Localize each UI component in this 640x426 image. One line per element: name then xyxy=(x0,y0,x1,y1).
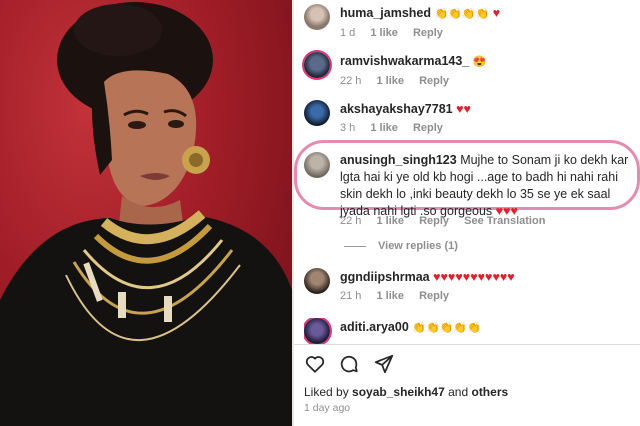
comment-time: 22 h xyxy=(340,215,362,227)
reply-button[interactable]: Reply xyxy=(419,75,449,87)
heart-emoji: ♥♥♥♥♥♥♥♥♥♥♥ xyxy=(433,270,515,284)
comment-username[interactable]: huma_jamshed xyxy=(340,6,431,20)
actions-separator xyxy=(294,344,640,345)
comment-time: 22 h xyxy=(340,75,362,87)
heart-icon[interactable] xyxy=(304,353,326,375)
comment-username[interactable]: anusingh_singh123 xyxy=(340,153,457,167)
comment-likes[interactable]: 1 like xyxy=(376,75,404,87)
reply-button[interactable]: Reply xyxy=(413,122,443,134)
liked-by-others[interactable]: others xyxy=(471,385,508,399)
liked-by: Liked by soyab_sheikh47 and others xyxy=(304,385,508,399)
liked-by-user[interactable]: soyab_sheikh47 xyxy=(352,385,445,399)
heart-emoji: ♥ xyxy=(492,6,501,20)
comment-likes[interactable]: 1 like xyxy=(370,27,398,39)
comment-likes[interactable]: 1 like xyxy=(376,215,404,227)
avatar[interactable] xyxy=(304,152,330,178)
comment-likes[interactable]: 1 like xyxy=(370,122,398,134)
see-translation-link[interactable]: See Translation xyxy=(464,215,545,227)
heart-emoji: ♥♥ xyxy=(456,102,471,116)
reply-button[interactable]: Reply xyxy=(419,290,449,302)
avatar[interactable] xyxy=(304,100,330,126)
view-replies-label: View replies (1) xyxy=(378,240,458,252)
avatar[interactable] xyxy=(304,52,330,78)
reply-button[interactable]: Reply xyxy=(413,27,443,39)
comment-username[interactable]: aditi.arya00 xyxy=(340,320,409,334)
woman-portrait xyxy=(0,2,292,426)
comment-time: 1 d xyxy=(340,27,356,39)
comment-username[interactable]: akshayakshay7781 xyxy=(340,102,453,116)
view-replies-link[interactable]: View replies (1) xyxy=(344,240,458,252)
post-time: 1 day ago xyxy=(304,402,351,414)
avatar[interactable] xyxy=(304,318,330,344)
comment-time: 21 h xyxy=(340,290,362,302)
comment-username[interactable]: ramvishwakarma143_ xyxy=(340,54,469,68)
comment-emoji: 👏👏👏👏 xyxy=(434,8,490,20)
replies-dash xyxy=(344,245,366,247)
liked-by-prefix: Liked by xyxy=(304,385,349,399)
comment-item: aditi.arya00 👏👏👏👏👏 xyxy=(304,318,636,344)
post-photo xyxy=(0,0,292,426)
liked-by-and: and xyxy=(448,385,469,399)
comment-meta: 22 h 1 like Reply See Translation xyxy=(340,215,557,227)
avatar[interactable] xyxy=(304,4,330,30)
reply-button[interactable]: Reply xyxy=(419,215,449,227)
avatar[interactable] xyxy=(304,268,330,294)
comment-username[interactable]: ggndiipshrmaa xyxy=(340,270,430,284)
comment-time: 3 h xyxy=(340,122,356,134)
comment-icon[interactable] xyxy=(338,353,360,375)
post-actions xyxy=(304,353,403,375)
comment-emoji: 😍 xyxy=(472,56,487,68)
comments-panel: huma_jamshed 👏👏👏👏 ♥ 1 d 1 like Reply ram… xyxy=(294,0,640,426)
comment-emoji: 👏👏👏👏👏 xyxy=(412,322,481,334)
comment-likes[interactable]: 1 like xyxy=(376,290,404,302)
share-icon[interactable] xyxy=(373,353,395,375)
